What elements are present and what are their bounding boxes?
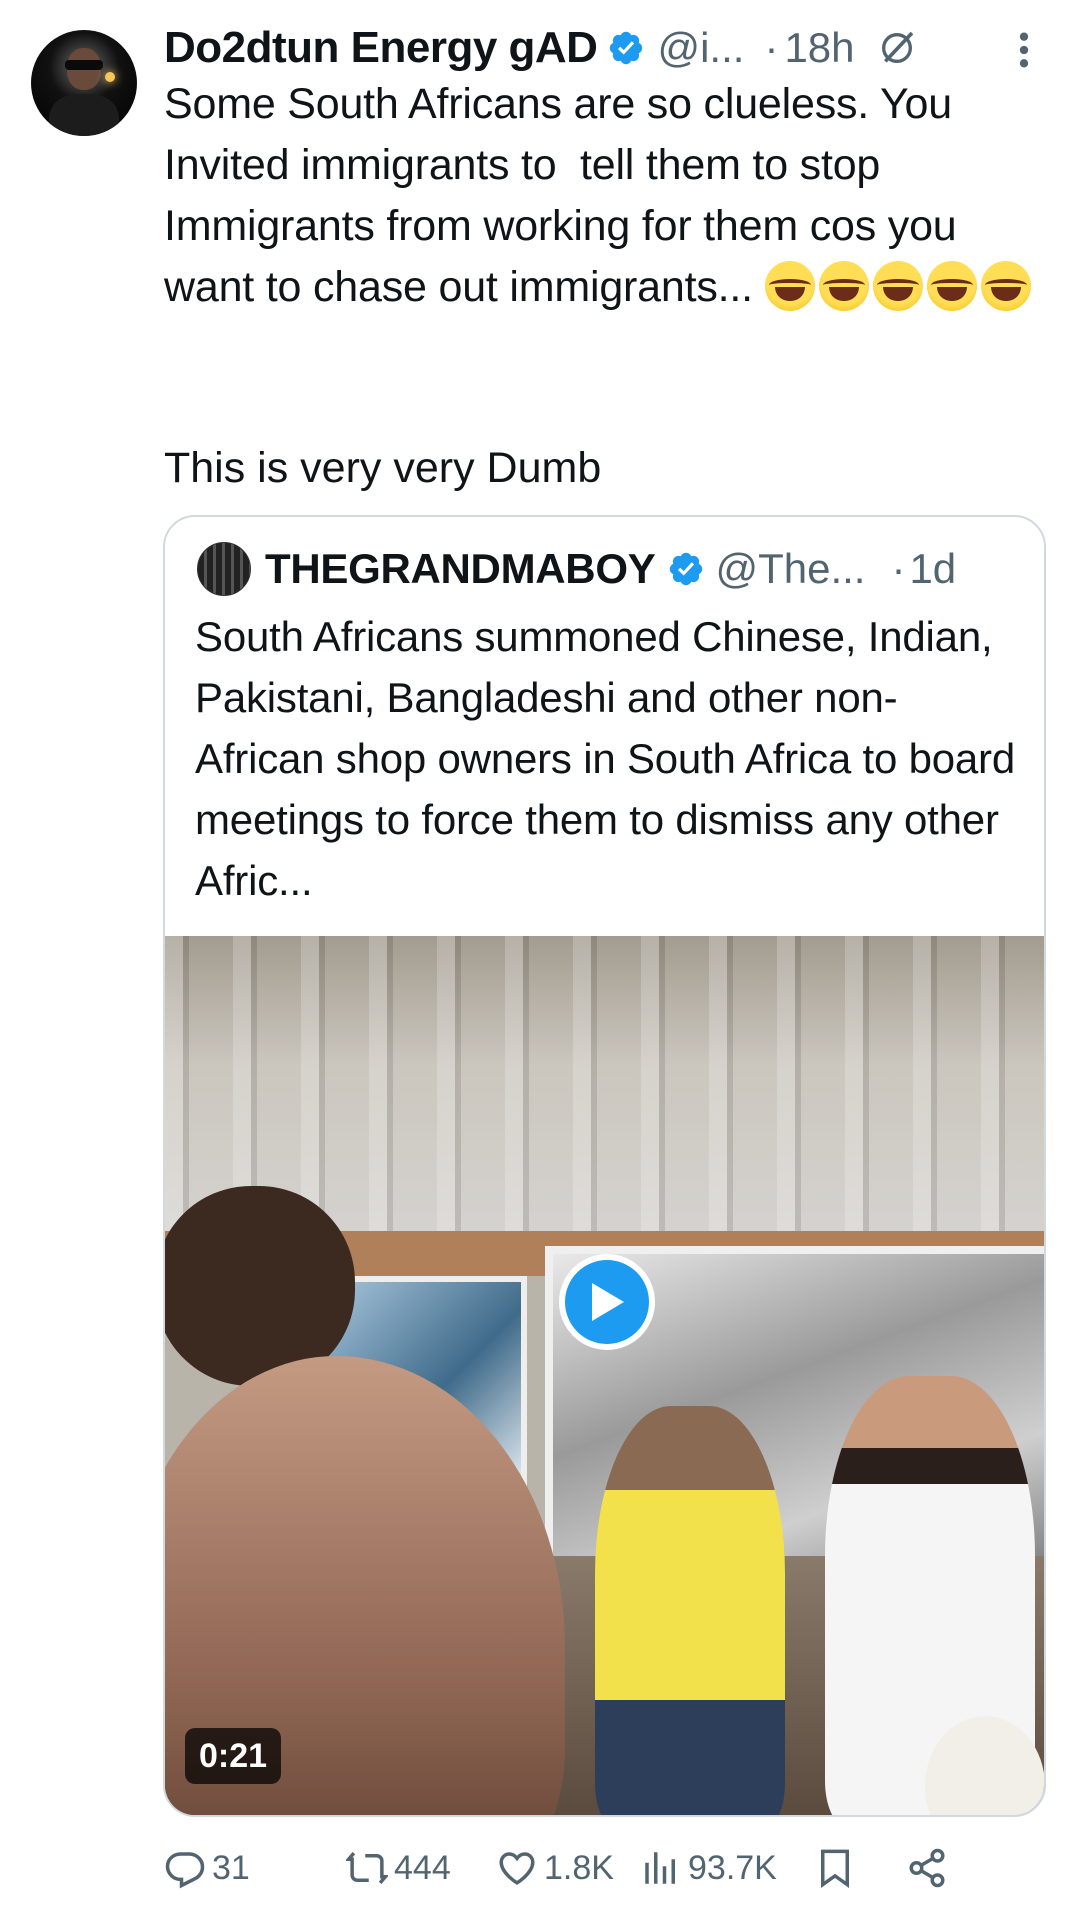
- laughing-emoji-icon: [980, 261, 1031, 311]
- author-avatar[interactable]: [31, 30, 137, 136]
- grok-icon[interactable]: [877, 28, 917, 68]
- repost-count: 444: [394, 1848, 451, 1887]
- play-button[interactable]: [559, 1254, 655, 1350]
- reply-icon: [165, 1852, 205, 1889]
- author-handle[interactable]: @i...: [657, 24, 744, 72]
- tweet-header: Do2dtun Energy gAD @i... · 18h: [164, 20, 1044, 76]
- quoted-tweet-header: THEGRANDMABOY @The... · 1d: [197, 541, 956, 597]
- video-duration-badge: 0:21: [185, 1728, 282, 1784]
- quoted-author-name[interactable]: THEGRANDMABOY: [265, 545, 656, 593]
- laughing-emoji-icon: [818, 261, 869, 311]
- share-icon: [909, 1848, 945, 1888]
- laughing-emoji-icon: [926, 261, 977, 311]
- views-icon: [645, 1852, 675, 1884]
- author-name[interactable]: Do2dtun Energy gAD: [164, 23, 598, 73]
- bookmark-button[interactable]: [814, 1838, 856, 1898]
- play-icon: [592, 1283, 624, 1321]
- quoted-tweet-timestamp[interactable]: 1d: [909, 545, 956, 593]
- tweet-text-second: This is very very Dumb: [164, 444, 602, 492]
- separator-dot: ·: [891, 545, 906, 592]
- reply-button[interactable]: 31: [164, 1838, 250, 1898]
- share-button[interactable]: [906, 1838, 948, 1898]
- separator-dot: ·: [764, 24, 779, 71]
- quoted-tweet-card[interactable]: THEGRANDMABOY @The... · 1d South African…: [163, 515, 1046, 1817]
- quoted-author-avatar[interactable]: [197, 542, 251, 596]
- bookmark-icon: [821, 1849, 849, 1889]
- verified-badge-icon: [610, 31, 643, 65]
- repost-button[interactable]: 444: [346, 1838, 451, 1898]
- video-player[interactable]: 0:21: [165, 936, 1044, 1815]
- tweet-text: Some South Africans are so clueless. You…: [164, 74, 1054, 318]
- quoted-author-handle[interactable]: @The...: [715, 545, 865, 593]
- quoted-tweet-text: South Africans summoned Chinese, Indian,…: [195, 613, 1016, 904]
- like-icon: [499, 1852, 535, 1885]
- views-count: 93.7K: [688, 1848, 777, 1887]
- repost-icon: [346, 1851, 388, 1885]
- more-icon[interactable]: [1016, 30, 1032, 70]
- like-count: 1.8K: [544, 1848, 614, 1887]
- tweet-timestamp[interactable]: 18h: [784, 24, 854, 72]
- views-button[interactable]: 93.7K: [640, 1838, 777, 1898]
- laughing-emoji-group: [764, 261, 1035, 311]
- verified-badge-icon: [670, 552, 703, 586]
- laughing-emoji-icon: [872, 261, 923, 311]
- tweet-action-bar: 31 444 1.8K 93.7K: [160, 1838, 1060, 1898]
- laughing-emoji-icon: [764, 261, 815, 311]
- like-button[interactable]: 1.8K: [496, 1838, 614, 1898]
- reply-count: 31: [212, 1848, 250, 1887]
